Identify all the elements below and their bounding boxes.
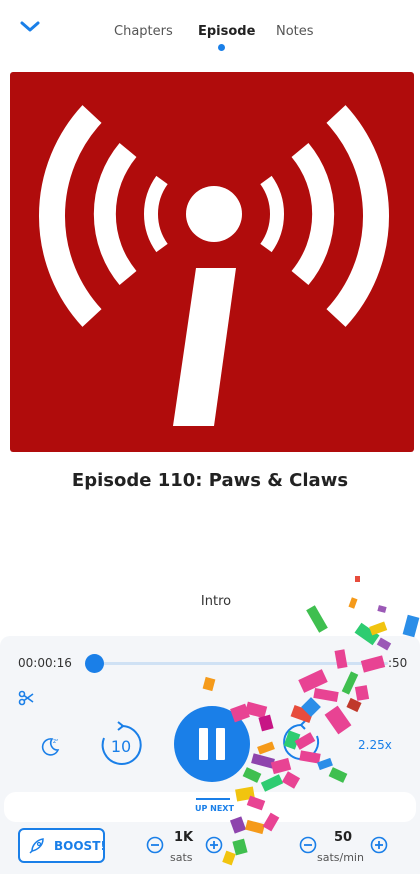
increase-amount-icon[interactable] [205,836,223,854]
total-time: :50 [388,656,408,670]
decrease-rate-icon[interactable] [299,836,317,854]
boost-button[interactable]: BOOST! [18,828,106,863]
rewind-seconds: 10 [111,737,131,756]
pause-icon [199,728,208,760]
forward-icon [283,720,320,760]
rocket-icon [29,838,44,854]
tab-bar: Chapters Episode Notes [0,24,420,54]
progress-knob[interactable] [85,654,104,673]
decrease-amount-icon[interactable] [146,836,164,854]
tab-notes[interactable]: Notes [276,24,314,39]
boost-amount: 1K [174,830,194,845]
episode-title: Episode 110: Paws & Claws [71,470,349,491]
playback-speed[interactable]: 2.25x [358,738,392,752]
increase-rate-icon[interactable] [370,836,388,854]
rewind-button[interactable]: 10 [96,720,146,770]
tab-chapters[interactable]: Chapters [114,24,173,39]
episode-artwork [10,72,414,452]
scissors-icon[interactable] [18,690,34,706]
top-bar: Chapters Episode Notes [0,0,420,62]
streaming-rate: 50 [334,830,353,845]
current-chapter: Intro [200,594,232,609]
progress-track[interactable] [92,662,388,665]
active-tab-indicator [218,44,225,51]
up-next-label[interactable]: UP NEXT [195,804,234,813]
tab-episode[interactable]: Episode [198,24,255,39]
sleep-timer-icon[interactable]: zᶻ [38,734,62,758]
svg-text:zᶻ: zᶻ [53,738,58,745]
broadcast-info-icon [38,105,390,426]
pause-button[interactable] [174,706,250,782]
boost-amount-unit: sats [170,851,193,864]
boost-label: BOOST! [54,839,106,853]
streaming-rate-unit: sats/min [317,851,364,864]
forward-button[interactable] [280,720,324,764]
up-next-indicator [196,798,230,800]
current-time: 00:00:16 [18,656,72,670]
rewind-icon: 10 [101,721,142,765]
